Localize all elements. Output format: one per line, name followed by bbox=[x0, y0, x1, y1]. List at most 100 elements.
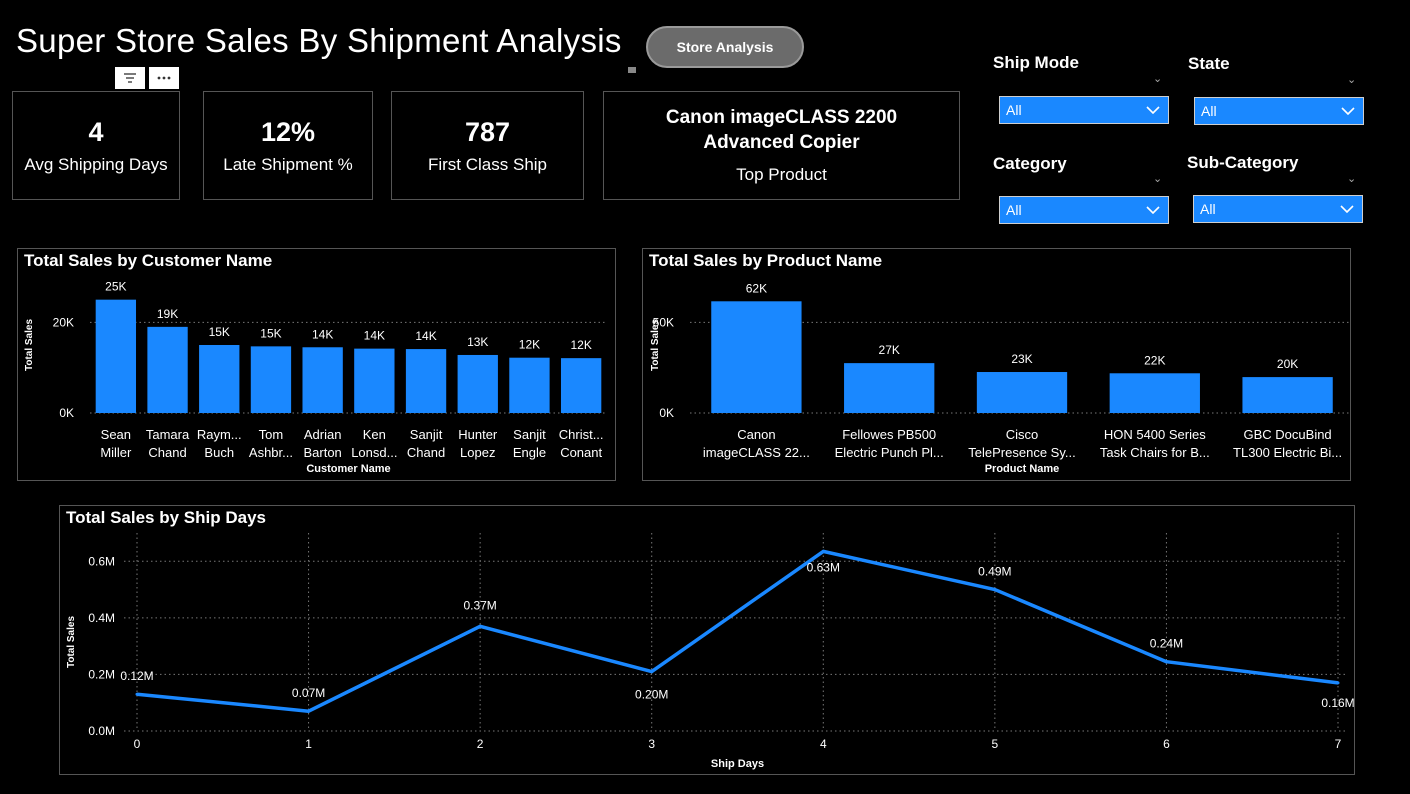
bar bbox=[1242, 377, 1333, 413]
x-tick-label: 6 bbox=[1163, 737, 1170, 751]
bar bbox=[457, 354, 498, 413]
data-label: 22K bbox=[1144, 353, 1165, 367]
data-label: 15K bbox=[209, 325, 230, 339]
data-label: 0.24M bbox=[1150, 637, 1183, 651]
y-tick-label: 0.4M bbox=[88, 611, 115, 625]
y-axis-label: Total Sales bbox=[24, 319, 35, 371]
product-bar-chart-svg: 0K50K62KCanonimageCLASS 22...27KFellowes… bbox=[650, 281, 1350, 475]
chevron-down-icon bbox=[1341, 107, 1355, 115]
chevron-down-icon bbox=[1146, 206, 1160, 214]
kpi-card-late-shipment: 12% Late Shipment % bbox=[203, 91, 373, 200]
bar bbox=[250, 346, 292, 413]
kpi-label: First Class Ship bbox=[427, 154, 548, 174]
x-tick-label: Tom bbox=[259, 427, 284, 442]
y-tick-label: 0.0M bbox=[88, 724, 115, 738]
bar bbox=[95, 299, 137, 413]
chevron-down-icon[interactable]: ⌄ bbox=[1153, 72, 1162, 85]
data-label: 12K bbox=[519, 338, 540, 352]
bar bbox=[560, 358, 602, 413]
x-tick-label: Tamara bbox=[146, 427, 190, 442]
x-tick-label: Lonsd... bbox=[351, 445, 397, 460]
bar bbox=[302, 347, 343, 413]
x-tick-label: Raym... bbox=[197, 427, 242, 442]
chevron-down-icon[interactable]: ⌄ bbox=[1347, 73, 1356, 86]
data-point bbox=[135, 692, 139, 696]
x-tick-label: GBC DocuBind bbox=[1244, 427, 1332, 442]
data-label: 19K bbox=[157, 307, 178, 321]
x-tick-label: TL300 Electric Bi... bbox=[1233, 445, 1342, 460]
data-label: 0.16M bbox=[1321, 696, 1354, 710]
x-tick-label: 7 bbox=[1335, 737, 1342, 751]
data-label: 23K bbox=[1011, 352, 1032, 366]
slicer-title-ship-mode: Ship Mode bbox=[993, 53, 1079, 72]
y-axis-label: Total Sales bbox=[66, 616, 77, 668]
y-tick-label: 0K bbox=[59, 406, 74, 420]
ship-mode-dropdown[interactable]: All bbox=[999, 96, 1169, 124]
x-tick-label: Adrian bbox=[304, 427, 342, 442]
data-point bbox=[650, 670, 654, 674]
x-tick-label: Conant bbox=[560, 445, 602, 460]
data-point bbox=[1164, 660, 1168, 664]
chevron-down-icon[interactable]: ⌄ bbox=[1347, 172, 1356, 185]
chevron-down-icon bbox=[1340, 205, 1354, 213]
data-label: 13K bbox=[467, 335, 488, 349]
data-label: 0.07M bbox=[292, 686, 325, 700]
x-tick-label: Task Chairs for B... bbox=[1100, 445, 1210, 460]
y-tick-label: 0.2M bbox=[88, 667, 115, 681]
category-dropdown[interactable]: All bbox=[999, 196, 1169, 224]
sub-category-dropdown[interactable]: All bbox=[1193, 195, 1363, 223]
chevron-down-icon bbox=[1146, 106, 1160, 114]
x-tick-label: Christ... bbox=[559, 427, 604, 442]
bar bbox=[405, 349, 447, 413]
data-label: 20K bbox=[1277, 357, 1298, 371]
store-analysis-button[interactable]: Store Analysis bbox=[646, 26, 804, 68]
kpi-value: 4 bbox=[88, 117, 104, 148]
y-axis-label: Total Sales bbox=[650, 319, 661, 371]
data-label: 62K bbox=[746, 281, 767, 295]
product-sales-chart[interactable]: Total Sales by Product Name 0K 50K 62K Cano… bbox=[642, 248, 1351, 481]
x-tick-label: imageCLASS 22... bbox=[703, 445, 810, 460]
x-tick-label: 3 bbox=[648, 737, 655, 751]
bar bbox=[354, 348, 395, 413]
ship-days-sales-chart[interactable]: Total Sales by Ship Days 0.0M 0.2M 0.4M 0.6… bbox=[59, 505, 1355, 775]
data-point bbox=[993, 588, 997, 592]
bar bbox=[199, 345, 240, 413]
bar bbox=[976, 372, 1068, 413]
state-dropdown[interactable]: All bbox=[1194, 97, 1364, 125]
data-label: 0.49M bbox=[978, 565, 1011, 579]
x-tick-label: Chand bbox=[407, 445, 445, 460]
data-label: 12K bbox=[570, 338, 591, 352]
x-tick-label: Sanjit bbox=[410, 427, 443, 442]
x-tick-label: Hunter bbox=[458, 427, 498, 442]
x-axis-label: Ship Days bbox=[711, 758, 764, 770]
y-tick-label: 20K bbox=[53, 315, 74, 329]
x-tick-label: Electric Punch Pl... bbox=[835, 445, 944, 460]
x-tick-label: 5 bbox=[992, 737, 999, 751]
x-tick-label: HON 5400 Series bbox=[1104, 427, 1206, 442]
top-product-line2: Advanced Copier bbox=[703, 131, 860, 153]
data-point bbox=[821, 549, 825, 553]
x-tick-label: Chand bbox=[148, 445, 186, 460]
x-tick-label: Canon bbox=[737, 427, 775, 442]
chevron-down-icon[interactable]: ⌄ bbox=[1153, 172, 1162, 185]
x-tick-label: 4 bbox=[820, 737, 827, 751]
filter-icon[interactable] bbox=[115, 67, 145, 89]
data-label: 14K bbox=[312, 327, 333, 341]
x-tick-label: Buch bbox=[204, 445, 234, 460]
x-tick-label: Ashbr... bbox=[249, 445, 293, 460]
y-tick-label: 0K bbox=[659, 406, 674, 420]
more-options-icon[interactable] bbox=[149, 67, 179, 89]
x-tick-label: Sean bbox=[101, 427, 131, 442]
x-tick-label: Barton bbox=[303, 445, 341, 460]
ship-days-line-chart-svg: 0.0M 0.2M 0.4M 0.6M 0 1 2 3 4 5 6 7 0.12M 0.07M 0.37M 0… bbox=[66, 533, 1354, 770]
dropdown-value: All bbox=[1006, 102, 1022, 118]
data-label: 15K bbox=[260, 326, 281, 340]
data-label: 27K bbox=[879, 343, 900, 357]
kpi-card-avg-shipping-days: 4 Avg Shipping Days bbox=[12, 91, 180, 200]
dropdown-value: All bbox=[1006, 202, 1022, 218]
data-label: 0.20M bbox=[635, 688, 668, 702]
resize-handle bbox=[628, 67, 636, 73]
y-tick-label: 0.6M bbox=[88, 554, 115, 568]
customer-sales-chart[interactable]: Total Sales by Customer Name 0K 20K 25K Sea… bbox=[17, 248, 616, 481]
x-tick-label: 0 bbox=[134, 737, 141, 751]
